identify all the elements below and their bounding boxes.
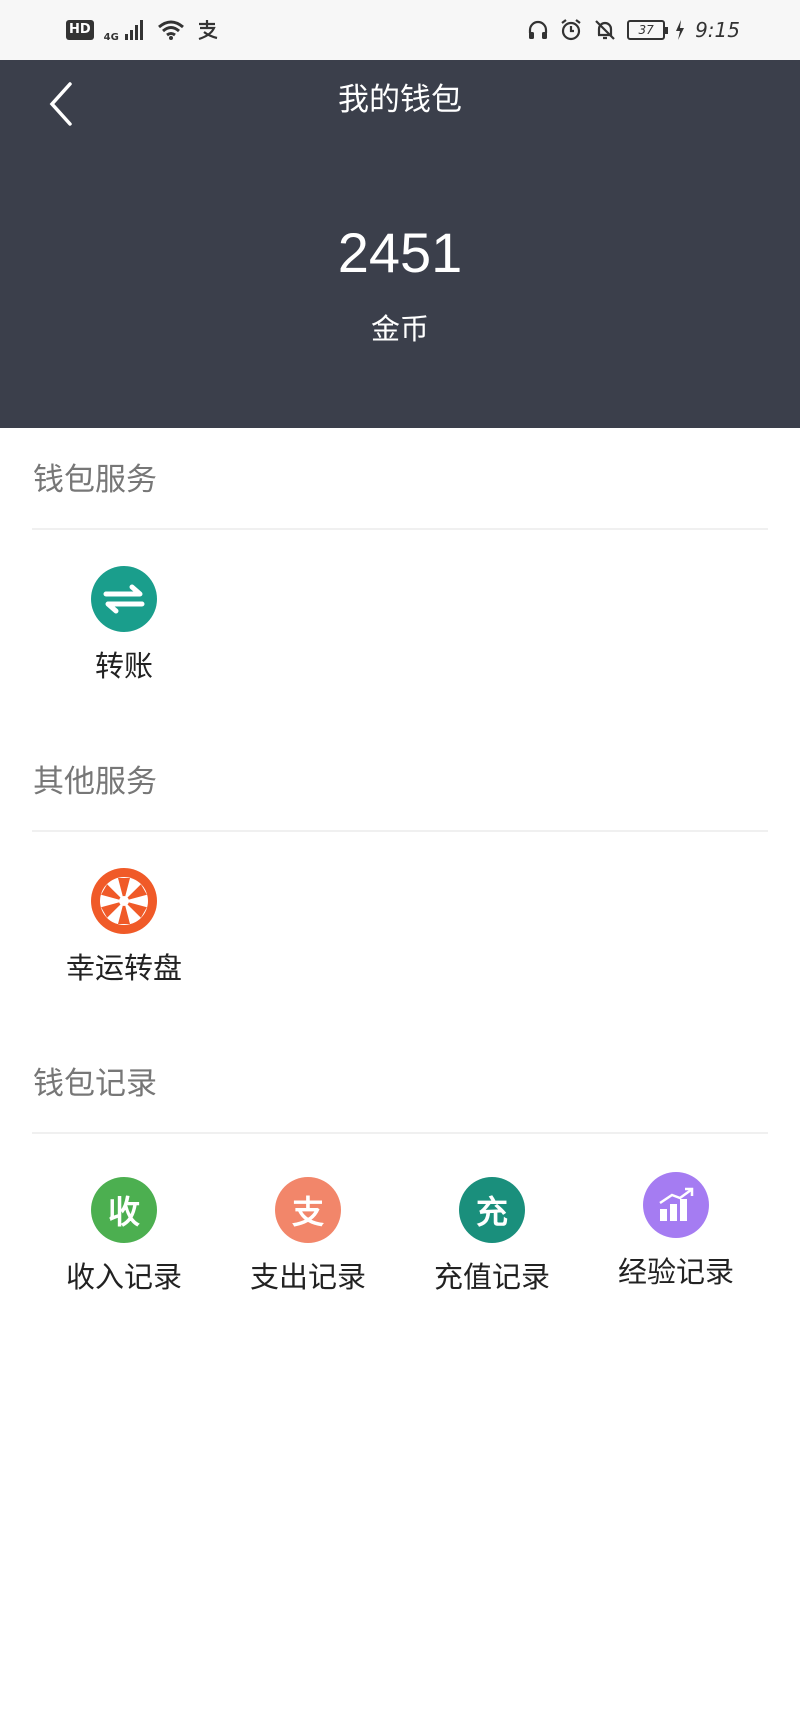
charging-icon: [676, 20, 685, 40]
divider: [32, 1132, 768, 1134]
balance-unit: 金币: [370, 312, 429, 346]
transfer-button[interactable]: 转账: [32, 566, 216, 686]
status-right: 37 9:15: [527, 18, 740, 42]
lucky-wheel-label: 幸运转盘: [65, 951, 182, 985]
signal-icon: [124, 20, 143, 40]
wallet-header: 我的钱包 2451 金币: [0, 60, 800, 428]
status-left: HD 4G: [66, 18, 219, 43]
battery-icon: 37: [627, 20, 669, 40]
recharge-icon: 充: [459, 1177, 525, 1243]
experience-records-button[interactable]: 经验记录: [584, 1172, 768, 1292]
bar-chart-up-icon: [643, 1172, 709, 1238]
expense-icon: 支: [275, 1177, 341, 1243]
experience-records-label: 经验记录: [617, 1255, 734, 1289]
alipay-icon: [198, 20, 218, 41]
income-icon: 收: [91, 1177, 157, 1243]
recharge-records-label: 充值记录: [433, 1260, 550, 1294]
hd-badge: HD: [66, 20, 94, 40]
network-type: 4G: [103, 31, 119, 43]
expense-records-label: 支出记录: [249, 1260, 366, 1294]
muted-bell-icon: [595, 20, 615, 40]
status-bar: HD 4G 37 9:15: [0, 0, 800, 60]
page-title: 我的钱包: [338, 82, 462, 118]
divider: [32, 830, 768, 832]
section-title-other-services: 其他服务: [33, 764, 157, 800]
recharge-records-button[interactable]: 充 充值记录: [400, 1177, 584, 1297]
transfer-arrows-icon: [91, 566, 157, 632]
section-title-wallet-records: 钱包记录: [33, 1066, 157, 1102]
transfer-label: 转账: [94, 649, 153, 683]
wifi-icon: [157, 20, 184, 40]
lucky-wheel-button[interactable]: 幸运转盘: [32, 868, 216, 988]
lucky-wheel-icon: [91, 868, 157, 934]
divider: [32, 528, 768, 530]
coin-balance: 2451: [337, 221, 463, 284]
alarm-icon: [561, 19, 581, 41]
clock: 9:15: [695, 18, 740, 42]
section-title-wallet-services: 钱包服务: [33, 462, 157, 498]
expense-records-button[interactable]: 支 支出记录: [216, 1177, 400, 1297]
headphones-icon: [528, 20, 548, 39]
income-records-button[interactable]: 收 收入记录: [32, 1177, 216, 1297]
income-records-label: 收入记录: [65, 1260, 182, 1294]
